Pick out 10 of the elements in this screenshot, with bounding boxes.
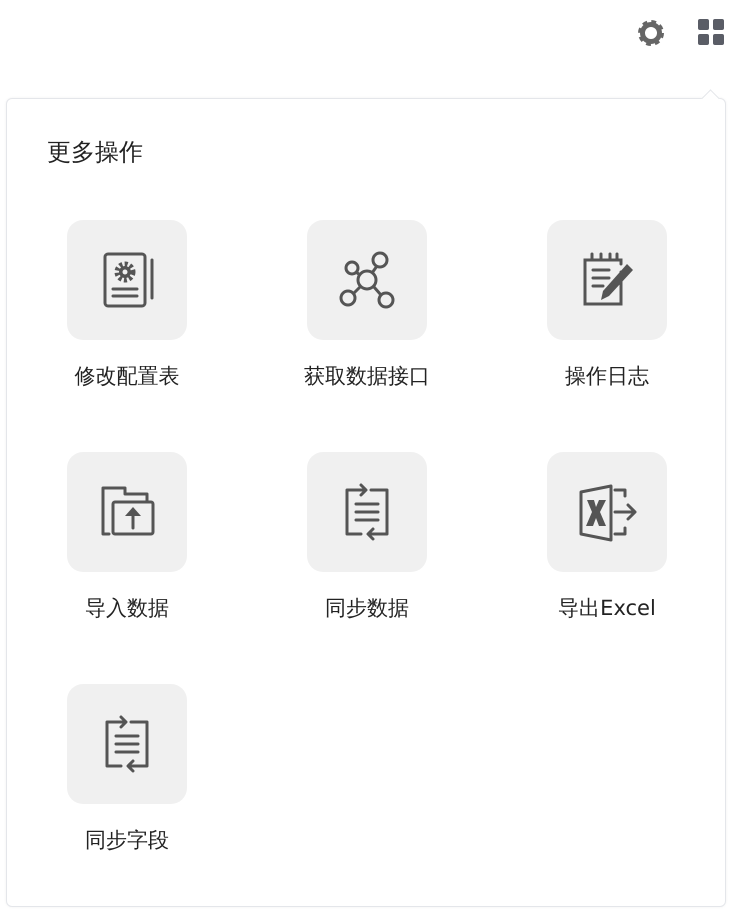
action-item[interactable]: 操作日志 [487,220,727,388]
action-item[interactable]: 同步数据 [247,452,487,620]
action-item[interactable]: 同步字段 [7,684,247,852]
action-item[interactable]: 修改配置表 [7,220,247,388]
popover-title: 更多操作 [47,137,143,167]
action-item[interactable]: 获取数据接口 [247,220,487,388]
action-item[interactable]: 导入数据 [7,452,247,620]
action-item[interactable]: 导出Excel [487,452,727,620]
grid-menu-icon[interactable] [698,19,724,45]
settings-icon[interactable] [637,19,665,47]
